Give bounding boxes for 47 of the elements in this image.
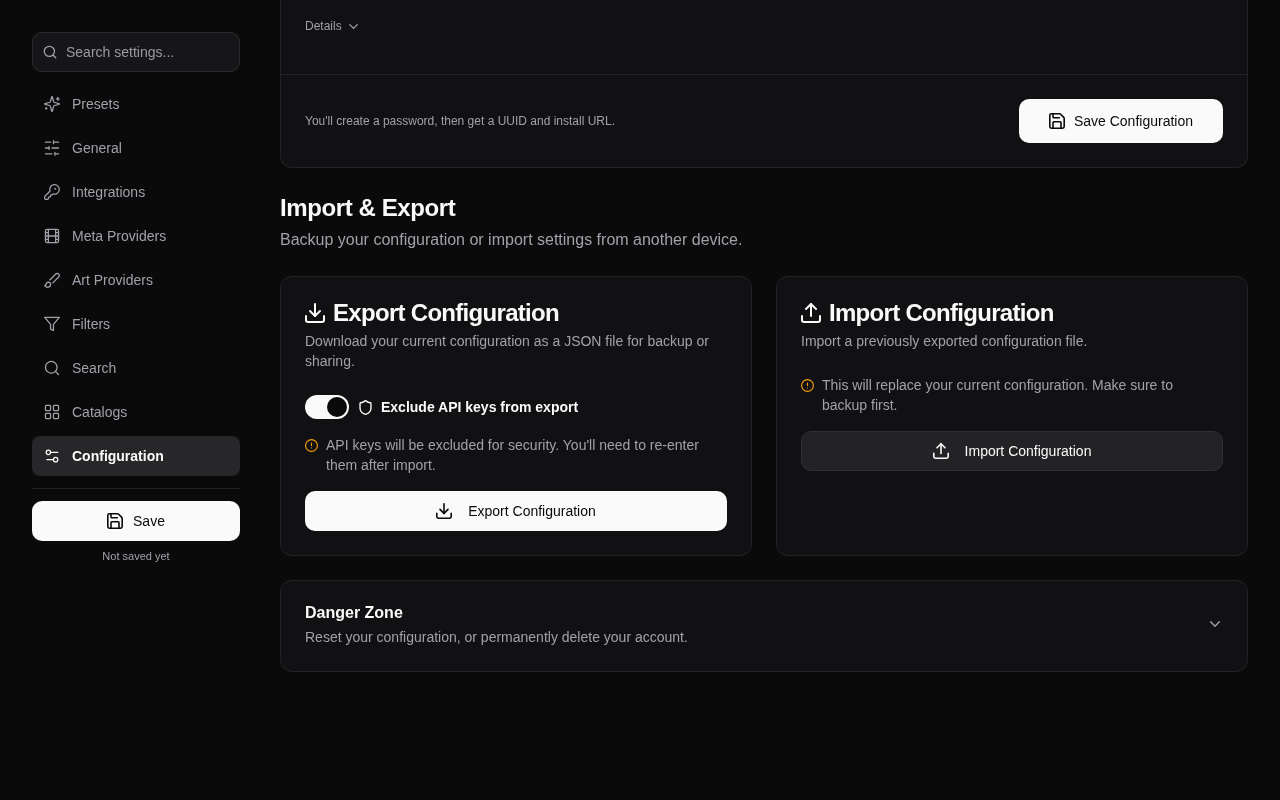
card-description: Download your current configuration as a JSON file for backup or sharing. [305, 332, 710, 371]
card-title: Import Configuration [829, 298, 1054, 328]
section-title: Import & Export [280, 193, 457, 223]
nav-item[interactable]: Catalogs [32, 392, 240, 432]
search-field[interactable]: Search settings... [32, 32, 240, 72]
switches-icon [44, 448, 60, 464]
save-status-text: Not saved yet [101, 549, 171, 563]
details-toggle[interactable]: Details [305, 17, 358, 35]
card-title: Export Configuration [333, 298, 559, 328]
export-button[interactable]: Export Configuration [305, 491, 727, 531]
save-configuration-button[interactable]: Save Configuration [1018, 99, 1223, 143]
nav-item[interactable]: Search [32, 348, 240, 388]
danger-zone-title: Danger Zone [305, 603, 404, 623]
nav-item[interactable]: Filters [32, 304, 240, 344]
toggle-label: Exclude API keys from export [381, 399, 579, 415]
card-description: Import a previously exported configuration file. [801, 332, 1089, 351]
nav-item[interactable]: Configuration [32, 436, 240, 476]
save-button[interactable]: Save [32, 501, 240, 541]
alert-circle-icon [801, 379, 814, 392]
download-icon [436, 503, 453, 519]
funnel-icon [44, 316, 60, 332]
nav-item[interactable]: Integrations [32, 172, 240, 212]
import-button[interactable]: Import Configuration [801, 431, 1223, 471]
toggle-switch[interactable] [305, 395, 349, 419]
alert-circle-icon [305, 439, 318, 452]
warning-text: API keys will be excluded for security. You'll need to re-enter them after import. [326, 436, 700, 475]
nav-item[interactable]: Art Providers [32, 260, 240, 300]
search-icon [43, 45, 57, 59]
danger-zone-card[interactable]: Danger Zone Reset your configuration, or permanently delete your account. [280, 580, 1248, 672]
shield-icon [359, 399, 372, 415]
upload-icon [801, 303, 821, 323]
key-icon [44, 184, 60, 200]
sliders-icon [44, 140, 60, 156]
nav-item[interactable]: Presets [32, 84, 240, 124]
setup-note: You'll create a password, then get a UUID and install URL. [305, 113, 615, 130]
sparkles-icon [44, 96, 60, 112]
film-icon [44, 228, 60, 244]
upload-icon [932, 443, 949, 459]
nav-item[interactable]: Meta Providers [32, 216, 240, 256]
nav-item[interactable]: General [32, 128, 240, 168]
paintbrush-icon [44, 272, 60, 288]
grid-icon [44, 404, 60, 420]
warning-text: This will replace your current configuration. Make sure to backup first. [822, 376, 1174, 415]
search-icon [44, 360, 60, 376]
section-subtitle: Backup your configuration or import settings from another device. [280, 230, 744, 250]
danger-zone-description: Reset your configuration, or permanently delete your account. [305, 628, 688, 647]
download-icon [305, 303, 325, 323]
